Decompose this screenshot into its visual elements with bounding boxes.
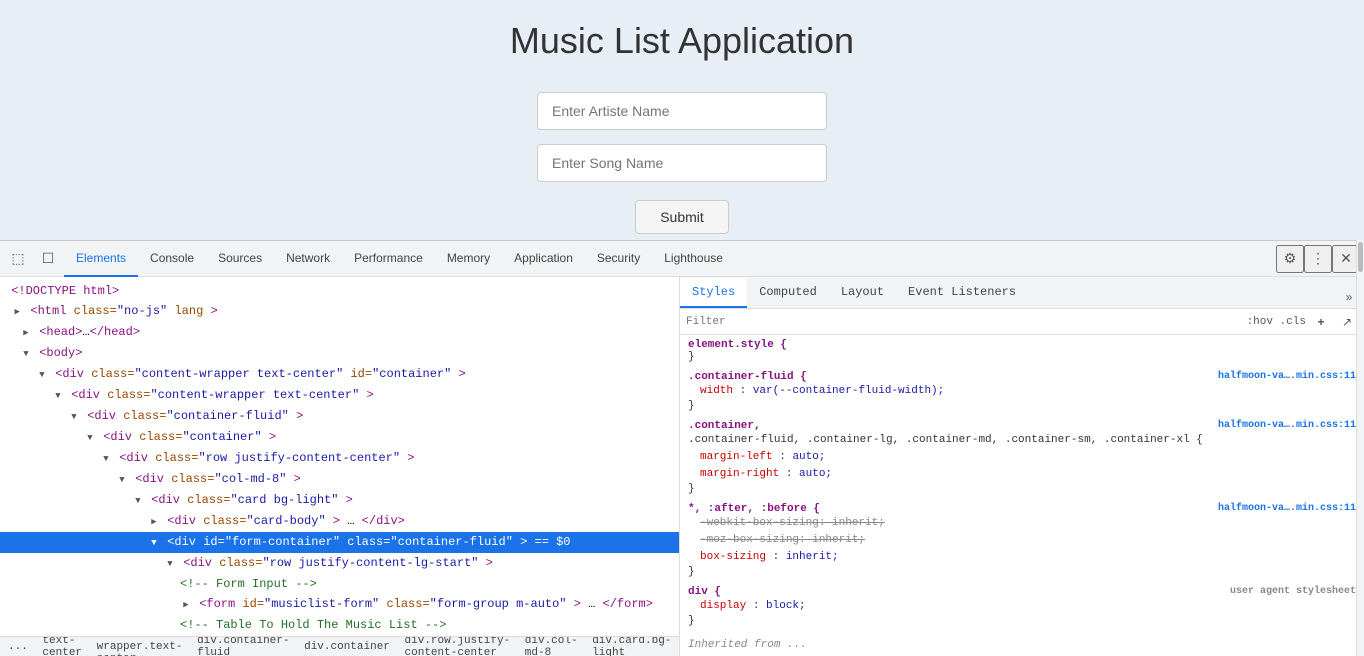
styles-panel: Styles Computed Layout Event Listeners »…	[680, 277, 1364, 656]
elem-card-body[interactable]: ▶ <div class="card-body" > … </div>	[0, 511, 679, 532]
elem-container[interactable]: ▼ <div class="container" >	[0, 427, 679, 448]
gear-icon[interactable]: ⚙	[1276, 245, 1304, 273]
force-element-state-icon[interactable]: ↗	[1336, 311, 1358, 333]
filter-input[interactable]	[686, 316, 1243, 328]
breadcrumb-container[interactable]: div.container	[304, 641, 390, 653]
elem-doctype[interactable]: <!DOCTYPE html>	[0, 281, 679, 301]
style-block-universal: *, :after, :before { halfmoon-va….min.cs…	[688, 503, 1356, 578]
tab-performance[interactable]: Performance	[342, 241, 435, 277]
devtools-scrollbar-thumb	[1358, 242, 1363, 272]
breadcrumb-content-wrapper[interactable]: div.content-wrapper.text-center	[97, 636, 183, 656]
breadcrumb-text-center[interactable]: text-center	[42, 636, 82, 656]
styles-content[interactable]: element.style { } .container-fluid { hal…	[680, 335, 1364, 656]
inherited-label: Inherited from ...	[688, 635, 1356, 651]
inspect-icon[interactable]: ⬚	[4, 245, 32, 273]
filter-pseudo[interactable]: :hov .cls	[1247, 316, 1306, 328]
styles-tab-event-listeners[interactable]: Event Listeners	[896, 278, 1028, 308]
devtools-body: <!DOCTYPE html> ▶ <html class="no-js" la…	[0, 277, 1364, 656]
devtools-scrollbar	[1356, 240, 1364, 656]
breadcrumb-container-fluid[interactable]: div.container-fluid	[197, 636, 289, 656]
tab-lighthouse[interactable]: Lighthouse	[652, 241, 735, 277]
song-input[interactable]	[537, 144, 827, 182]
elem-col-md-8[interactable]: ▼ <div class="col-md-8" >	[0, 469, 679, 490]
filter-bar: :hov .cls + ↗	[680, 309, 1364, 335]
styles-tab-layout[interactable]: Layout	[829, 278, 896, 308]
styles-tabs: Styles Computed Layout Event Listeners »	[680, 277, 1364, 309]
submit-button[interactable]: Submit	[635, 200, 729, 234]
tab-memory[interactable]: Memory	[435, 241, 502, 277]
elem-form-container[interactable]: ▼ <div id="form-container" class="contai…	[0, 532, 679, 553]
devtools-tabs: Elements Console Sources Network Perform…	[64, 241, 1276, 277]
elem-div-container2[interactable]: ▼ <div class="content-wrapper text-cente…	[0, 385, 679, 406]
style-block-element: element.style { }	[688, 339, 1356, 363]
devtools-topbar: ⬚ ☐ Elements Console Sources Network Per…	[0, 241, 1364, 277]
styles-tab-computed[interactable]: Computed	[747, 278, 829, 308]
elem-comment-table: <!-- Table To Hold The Music List -->	[0, 615, 679, 635]
breadcrumb-col-md-8[interactable]: div.col-md-8	[525, 636, 578, 656]
elem-row-lg[interactable]: ▼ <div class="row justify-content-lg-sta…	[0, 553, 679, 574]
tab-network[interactable]: Network	[274, 241, 342, 277]
elem-card[interactable]: ▼ <div class="card bg-light" >	[0, 490, 679, 511]
app-title: Music List Application	[510, 20, 854, 62]
style-block-container-fluid: .container-fluid { halfmoon-va….min.css:…	[688, 371, 1356, 412]
tab-security[interactable]: Security	[585, 241, 652, 277]
elem-html[interactable]: ▶ <html class="no-js" lang >	[0, 301, 679, 322]
breadcrumb-card[interactable]: div.card.bg-light	[592, 636, 671, 656]
elements-content[interactable]: <!DOCTYPE html> ▶ <html class="no-js" la…	[0, 277, 679, 636]
device-icon[interactable]: ☐	[34, 245, 62, 273]
styles-tab-styles[interactable]: Styles	[680, 278, 747, 308]
elem-container-fluid[interactable]: ▼ <div class="container-fluid" >	[0, 406, 679, 427]
elem-head[interactable]: ▶ <head>…</head>	[0, 322, 679, 343]
artiste-input[interactable]	[537, 92, 827, 130]
tab-elements[interactable]: Elements	[64, 241, 138, 277]
more-icon[interactable]: ⋮	[1304, 245, 1332, 273]
breadcrumb-bar: ... text-center div.content-wrapper.text…	[0, 636, 679, 656]
devtools-panel: ⬚ ☐ Elements Console Sources Network Per…	[0, 240, 1364, 656]
elem-body[interactable]: ▼ <body>	[0, 343, 679, 364]
breadcrumb-row[interactable]: div.row.justify-content-center	[405, 636, 511, 656]
tab-application[interactable]: Application	[502, 241, 585, 277]
tab-sources[interactable]: Sources	[206, 241, 274, 277]
style-block-div: div { user agent stylesheet display : bl…	[688, 586, 1356, 627]
elem-div-container1[interactable]: ▼ <div class="content-wrapper text-cente…	[0, 364, 679, 385]
style-block-container: .container, halfmoon-va….min.css:11 .con…	[688, 420, 1356, 495]
new-style-rule-icon[interactable]: +	[1310, 311, 1332, 333]
elem-form[interactable]: ▶ <form id="musiclist-form" class="form-…	[0, 594, 679, 615]
app-preview: Music List Application Submit	[0, 0, 1364, 240]
elem-comment-form-input: <!-- Form Input -->	[0, 574, 679, 594]
breadcrumb-ellipsis[interactable]: ...	[8, 641, 28, 653]
tab-console[interactable]: Console	[138, 241, 206, 277]
elem-row[interactable]: ▼ <div class="row justify-content-center…	[0, 448, 679, 469]
elements-panel: <!DOCTYPE html> ▶ <html class="no-js" la…	[0, 277, 680, 656]
